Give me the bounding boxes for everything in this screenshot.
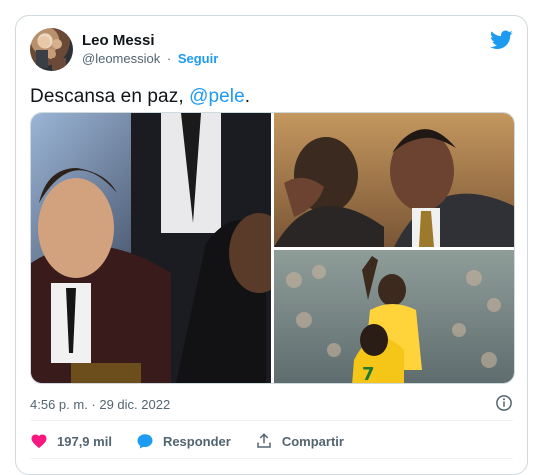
bottom-divider (30, 458, 513, 459)
reply-icon (137, 434, 153, 449)
like-count: 197,9 mil (57, 433, 112, 449)
heart-icon (31, 434, 47, 449)
divider (30, 420, 513, 421)
share-label: Compartir (281, 433, 344, 449)
author-meta: @leomessiok · Seguir (82, 51, 218, 66)
photo-messi-pele-hug[interactable] (274, 113, 514, 247)
follow-button[interactable]: Seguir (178, 51, 218, 66)
share-icon (257, 433, 271, 448)
action-bar: 197,9 mil Responder Compartir (30, 430, 368, 452)
tweet-body: Descansa en paz, (30, 86, 190, 107)
reply-label: Responder (162, 433, 231, 449)
photo-messi-pele-event[interactable] (31, 113, 271, 383)
tweet-timestamp[interactable]: 4:56 p. m. · 29 dic. 2022 (30, 397, 170, 412)
info-icon[interactable] (495, 394, 513, 412)
share-button[interactable]: Compartir (255, 432, 344, 450)
tweet-body-end: . (244, 86, 251, 107)
reply-button[interactable]: Responder (136, 432, 231, 450)
separator: · (166, 51, 172, 66)
tweet-text: Descansa en paz, @pele. (30, 86, 250, 108)
author-handle[interactable]: @leomessiok (82, 51, 160, 66)
photo-pele-celebration[interactable]: 7 (274, 250, 514, 384)
avatar[interactable] (30, 28, 73, 71)
author-name[interactable]: Leo Messi (82, 32, 155, 49)
svg-text:7: 7 (362, 364, 375, 384)
tweet-card: Leo Messi @leomessiok · Seguir Descansa … (15, 15, 528, 475)
like-button[interactable]: 197,9 mil (30, 432, 112, 450)
media-grid: 7 (30, 112, 515, 384)
mention-link[interactable]: @pele (189, 86, 245, 107)
twitter-logo-icon[interactable] (490, 30, 513, 50)
